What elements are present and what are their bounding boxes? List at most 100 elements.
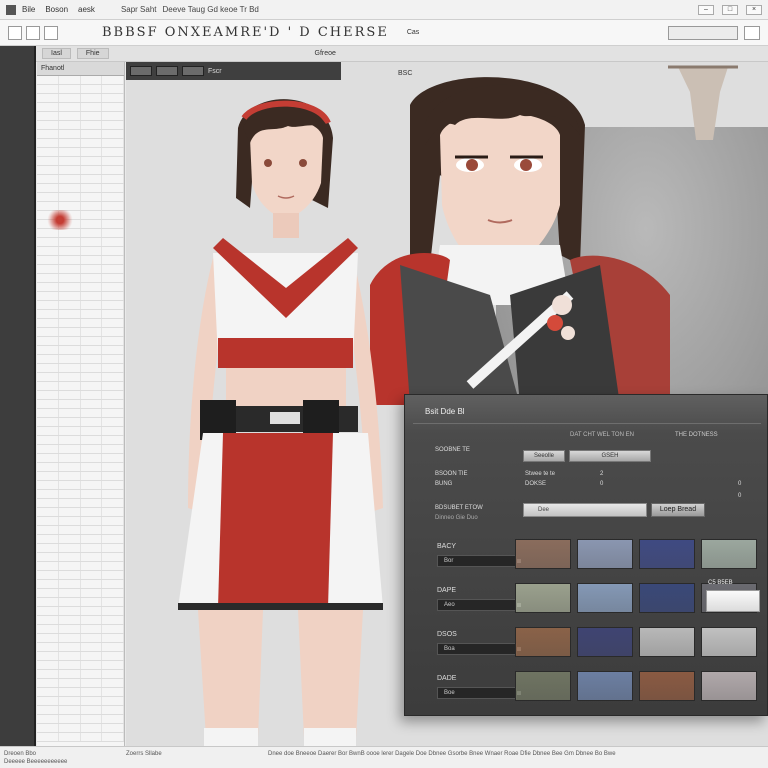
- color-swatch[interactable]: [577, 627, 633, 657]
- color-swatch[interactable]: [639, 583, 695, 613]
- panel-button-1[interactable]: Seeolle: [523, 450, 565, 462]
- toolbar-search-field[interactable]: [668, 25, 738, 40]
- layer-row[interactable]: [37, 589, 124, 598]
- menu-item-2[interactable]: aesk: [78, 5, 95, 14]
- strip-thumb-1[interactable]: [156, 66, 178, 76]
- layer-row[interactable]: [37, 166, 124, 175]
- layer-row[interactable]: [37, 301, 124, 310]
- layer-row[interactable]: [37, 562, 124, 571]
- layer-row[interactable]: [37, 580, 124, 589]
- color-swatch[interactable]: [639, 627, 695, 657]
- layer-row[interactable]: [37, 436, 124, 445]
- layer-row[interactable]: [37, 427, 124, 436]
- layer-row[interactable]: [37, 283, 124, 292]
- layer-row[interactable]: [37, 481, 124, 490]
- tool-button-open[interactable]: [26, 25, 40, 40]
- layer-row[interactable]: [37, 517, 124, 526]
- swatch-row-field[interactable]: Boe: [437, 687, 517, 699]
- tool-button-new[interactable]: [8, 25, 22, 40]
- strip-thumb-0[interactable]: [130, 66, 152, 76]
- layer-row[interactable]: [37, 724, 124, 733]
- layer-row[interactable]: [37, 733, 124, 742]
- toolbar-dropdown-button[interactable]: [744, 25, 760, 40]
- layer-row[interactable]: [37, 184, 124, 193]
- layer-row[interactable]: [37, 526, 124, 535]
- layer-row[interactable]: [37, 319, 124, 328]
- layer-row[interactable]: [37, 697, 124, 706]
- layer-row[interactable]: [37, 625, 124, 634]
- layer-row[interactable]: [37, 121, 124, 130]
- layer-row[interactable]: [37, 652, 124, 661]
- layer-row[interactable]: [37, 643, 124, 652]
- color-swatch[interactable]: [639, 539, 695, 569]
- layer-row[interactable]: [37, 409, 124, 418]
- minimize-icon[interactable]: –: [698, 4, 714, 15]
- layer-row[interactable]: [37, 310, 124, 319]
- panel-button-2[interactable]: GSEH: [569, 450, 651, 462]
- swatch-row-field[interactable]: Boa: [437, 643, 517, 655]
- layer-row[interactable]: [37, 490, 124, 499]
- layer-row[interactable]: [37, 706, 124, 715]
- color-swatch[interactable]: [515, 671, 571, 701]
- sub-tab-0[interactable]: Iasl: [42, 48, 71, 59]
- color-swatch[interactable]: [639, 671, 695, 701]
- layer-row[interactable]: [37, 157, 124, 166]
- layer-row[interactable]: [37, 337, 124, 346]
- layer-row[interactable]: [37, 247, 124, 256]
- layer-row[interactable]: [37, 553, 124, 562]
- layer-row[interactable]: [37, 472, 124, 481]
- layer-row[interactable]: [37, 238, 124, 247]
- layer-row[interactable]: [37, 670, 124, 679]
- layer-row[interactable]: [37, 265, 124, 274]
- layer-row[interactable]: [37, 715, 124, 724]
- layer-row[interactable]: [37, 139, 124, 148]
- layer-row[interactable]: [37, 346, 124, 355]
- maximize-icon[interactable]: □: [722, 4, 738, 15]
- layer-row[interactable]: [37, 535, 124, 544]
- swatch-row-field[interactable]: Aeo: [437, 599, 517, 611]
- layer-row[interactable]: [37, 355, 124, 364]
- layer-row[interactable]: [37, 85, 124, 94]
- layer-row[interactable]: [37, 364, 124, 373]
- layer-row[interactable]: [37, 391, 124, 400]
- layer-row[interactable]: [37, 328, 124, 337]
- layer-row[interactable]: [37, 499, 124, 508]
- toolbar-extra[interactable]: Cas: [407, 29, 419, 36]
- app-icon[interactable]: [6, 4, 16, 15]
- color-swatch[interactable]: [577, 539, 633, 569]
- layer-row[interactable]: [37, 256, 124, 265]
- color-swatch[interactable]: [701, 671, 757, 701]
- color-swatch[interactable]: [701, 539, 757, 569]
- layer-row[interactable]: [37, 688, 124, 697]
- menu-item-1[interactable]: Boson: [45, 5, 68, 14]
- layer-row[interactable]: [37, 292, 124, 301]
- layer-row[interactable]: [37, 274, 124, 283]
- layer-row[interactable]: [37, 679, 124, 688]
- layer-row[interactable]: [37, 616, 124, 625]
- layer-row[interactable]: [37, 508, 124, 517]
- layer-row[interactable]: [37, 229, 124, 238]
- layer-row[interactable]: [37, 112, 124, 121]
- layer-row[interactable]: [37, 445, 124, 454]
- layer-row[interactable]: [37, 418, 124, 427]
- layer-row[interactable]: [37, 571, 124, 580]
- panel-text-field[interactable]: Dee: [523, 503, 647, 517]
- color-swatch[interactable]: [515, 539, 571, 569]
- color-swatch[interactable]: [577, 583, 633, 613]
- color-swatch[interactable]: [701, 627, 757, 657]
- swatch-white-button[interactable]: [706, 590, 760, 612]
- layer-row[interactable]: [37, 382, 124, 391]
- sub-tab-1[interactable]: Fhie: [76, 48, 109, 59]
- layer-row[interactable]: [37, 454, 124, 463]
- layer-row[interactable]: [37, 598, 124, 607]
- color-swatch[interactable]: [515, 627, 571, 657]
- color-swatch[interactable]: [515, 583, 571, 613]
- strip-thumb-2[interactable]: [182, 66, 204, 76]
- layer-row[interactable]: [37, 175, 124, 184]
- layer-row[interactable]: [37, 94, 124, 103]
- layer-row[interactable]: [37, 607, 124, 616]
- panel-action-button[interactable]: Loep Bread: [651, 503, 705, 517]
- layer-row[interactable]: [37, 661, 124, 670]
- menu-item-0[interactable]: Bile: [22, 5, 35, 14]
- layer-row[interactable]: [37, 76, 124, 85]
